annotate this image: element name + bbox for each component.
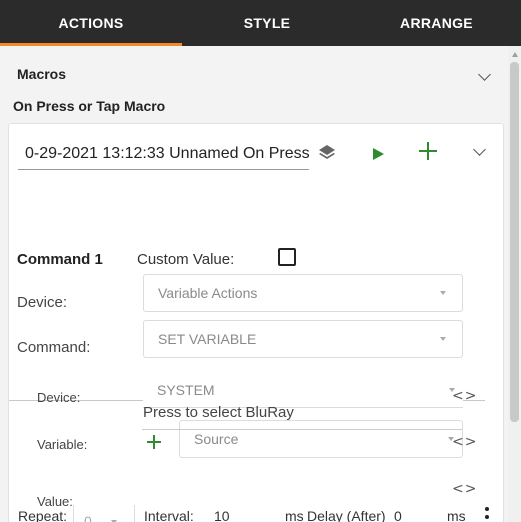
repeat-value: 0 [84, 513, 92, 522]
command-label: Command: [17, 339, 91, 356]
custom-value-checkbox[interactable] [278, 248, 296, 266]
device-dropdown-value: Variable Actions [158, 285, 258, 301]
actions-panel: Macros On Press or Tap Macro 0-29-2021 1… [0, 46, 508, 522]
more-options-icon[interactable] [483, 507, 491, 522]
variable-dropdown-value: Source [194, 431, 239, 447]
caret-down-icon [440, 291, 446, 295]
add-variable-icon[interactable] [147, 435, 161, 449]
value-select-field[interactable]: Press to select BluRay [142, 404, 462, 430]
macro-card: 0-29-2021 13:12:33 Unnamed On Press Comm… [8, 123, 504, 522]
tab-style[interactable]: STYLE [182, 0, 352, 46]
scroll-up-arrow-icon[interactable] [512, 52, 518, 57]
tab-arrange[interactable]: ARRANGE [352, 0, 521, 46]
custom-value-label: Custom Value: [137, 251, 235, 268]
chevron-down-icon[interactable] [473, 143, 486, 156]
timing-row: Repeat: 0 Interval: 10 ms Delay (After) … [0, 501, 508, 522]
layers-icon[interactable] [316, 142, 338, 164]
delay-label: Delay (After) [307, 508, 386, 522]
param-device-dropdown[interactable]: SYSTEM [143, 372, 463, 408]
command-title: Command 1 [17, 251, 103, 268]
param-variable-label: Variable: [37, 437, 88, 452]
tab-actions[interactable]: ACTIONS [0, 0, 182, 46]
delay-input[interactable]: 0 [394, 505, 434, 522]
interval-unit: ms [285, 508, 304, 522]
scrollbar-thumb[interactable] [510, 62, 519, 422]
repeat-label: Repeat: [18, 508, 68, 522]
interval-input[interactable]: 10 [212, 505, 266, 522]
code-icon[interactable]: <> [452, 434, 477, 450]
macro-section-title: On Press or Tap Macro [13, 98, 166, 114]
play-icon[interactable] [373, 148, 384, 160]
caret-down-icon [440, 337, 446, 341]
macro-name-field[interactable]: 0-29-2021 13:12:33 Unnamed On Press [18, 142, 309, 170]
chevron-down-icon[interactable] [478, 68, 491, 81]
tab-bar: ACTIONS STYLE ARRANGE [0, 0, 521, 46]
divider [134, 505, 135, 522]
add-command-icon[interactable] [419, 142, 437, 160]
delay-unit: ms [447, 508, 466, 522]
param-device-value: SYSTEM [157, 381, 215, 398]
repeat-select[interactable]: 0 [73, 505, 131, 522]
code-icon[interactable]: <> [452, 481, 477, 497]
interval-label: Interval: [144, 508, 194, 522]
device-label: Device: [17, 294, 68, 311]
device-dropdown[interactable]: Variable Actions [143, 274, 463, 312]
command-dropdown-value: SET VARIABLE [158, 331, 257, 347]
macros-row[interactable]: Macros [0, 60, 508, 88]
param-device-label: Device: [37, 390, 81, 405]
macros-label: Macros [17, 66, 67, 82]
code-icon[interactable]: <> [452, 388, 477, 404]
command-dropdown[interactable]: SET VARIABLE [143, 320, 463, 358]
